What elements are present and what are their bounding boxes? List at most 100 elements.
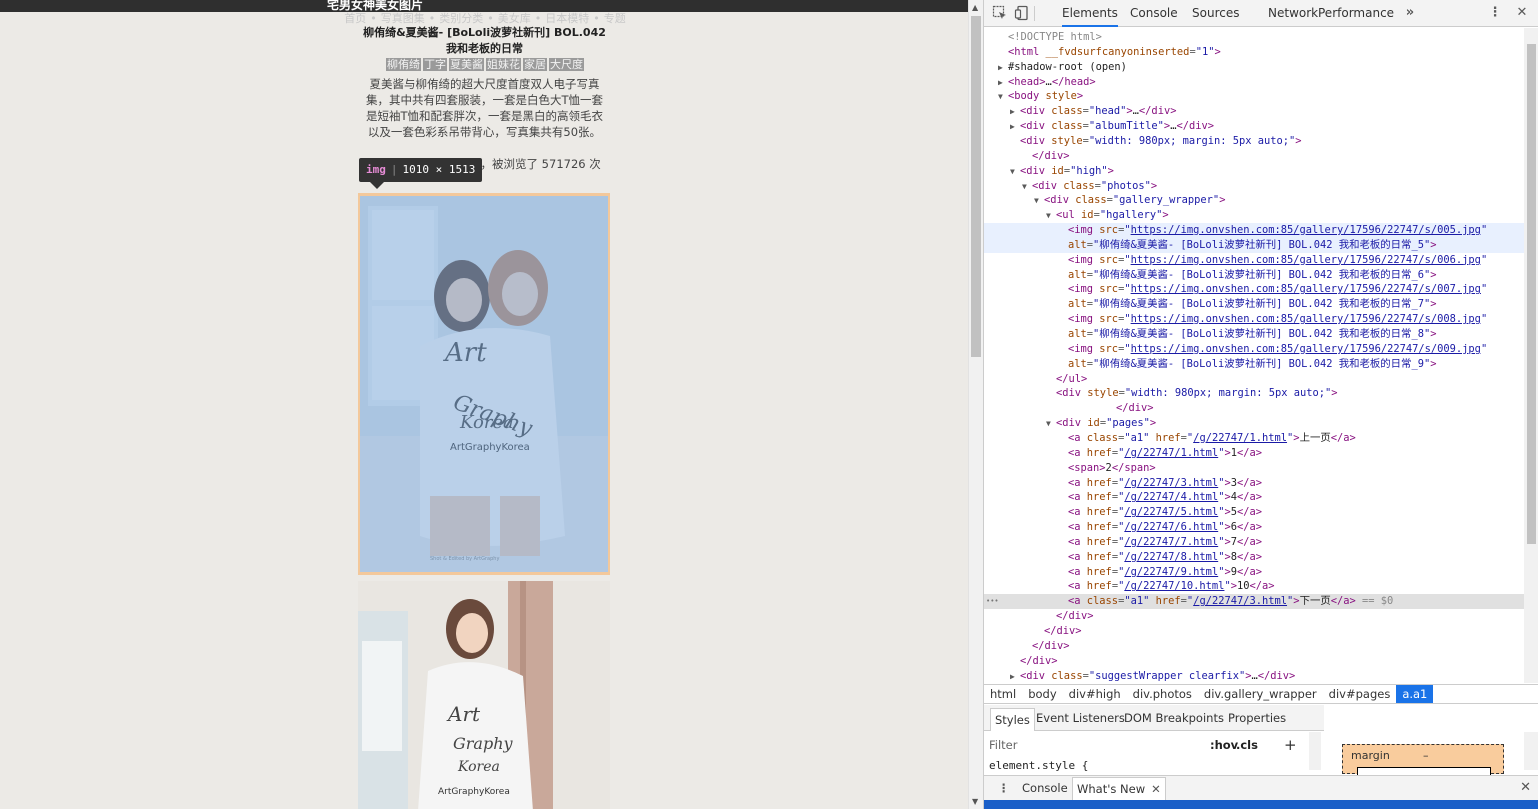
dom-node[interactable]: <a href="/g/22747/5.html">5</a> xyxy=(984,505,1524,520)
dom-node[interactable]: <div style="width: 980px; margin: 5px au… xyxy=(984,134,1524,149)
breadcrumb-item[interactable]: body xyxy=(1022,685,1062,703)
dom-node[interactable]: ▼ <div id="high"> xyxy=(984,164,1524,179)
tab-console[interactable]: Console xyxy=(1130,0,1178,27)
expand-triangle-icon[interactable]: ▶ xyxy=(1010,120,1020,135)
element-style-rule[interactable]: element.style { xyxy=(989,759,1088,772)
styles-tab-event-listeners[interactable]: Event Listeners xyxy=(1036,705,1125,731)
dom-node[interactable]: ▼ <body style> xyxy=(984,89,1524,104)
dom-tree-scrollbar[interactable] xyxy=(1524,28,1538,683)
kebab-menu-icon[interactable]: ⋮ xyxy=(1487,5,1503,21)
dom-node[interactable]: <html __fvdsurfcanyoninserted="1"> xyxy=(984,45,1524,60)
expand-triangle-icon[interactable]: ▶ xyxy=(998,61,1008,76)
album-tag[interactable]: 大尺度 xyxy=(549,58,584,71)
breadcrumb-item[interactable]: html xyxy=(984,685,1022,703)
dom-node[interactable]: alt="柳侑绮&夏美酱- [BoLoli波萝社新刊] BOL.042 我和老板… xyxy=(984,327,1524,342)
new-style-rule-button[interactable]: + xyxy=(1284,732,1297,758)
dom-node[interactable]: <img src="https://img.onvshen.com:85/gal… xyxy=(984,342,1524,357)
scroll-down-arrow-icon[interactable]: ▼ xyxy=(972,797,978,806)
styles-filter-input[interactable]: Filter xyxy=(989,732,1017,758)
dom-node[interactable]: </div> xyxy=(984,654,1524,669)
dom-node[interactable]: <a href="/g/22747/1.html">1</a> xyxy=(984,446,1524,461)
dom-node[interactable]: </div> xyxy=(984,609,1524,624)
dom-node[interactable]: <a href="/g/22747/4.html">4</a> xyxy=(984,490,1524,505)
dom-node[interactable]: ▶ <div class="suggestWrapper clearfix">…<… xyxy=(984,669,1524,683)
dom-node[interactable]: <img src="https://img.onvshen.com:85/gal… xyxy=(984,253,1524,268)
dom-node[interactable]: </ul> xyxy=(984,372,1524,387)
styles-tab-styles[interactable]: Styles xyxy=(990,708,1035,731)
close-devtools-icon[interactable]: ✕ xyxy=(1514,5,1530,21)
album-tag[interactable]: 家居 xyxy=(523,58,547,71)
dom-node[interactable]: <a class="a1" href="/g/22747/1.html">上一页… xyxy=(984,431,1524,446)
breadcrumb-item[interactable]: div#high xyxy=(1063,685,1127,703)
dom-node[interactable]: </div> xyxy=(984,624,1524,639)
nav-link[interactable]: 写真图集 xyxy=(381,12,425,25)
page-scrollbar[interactable]: ▲ ▼ xyxy=(968,0,983,809)
nav-link[interactable]: 类别分类 xyxy=(439,12,483,25)
dom-node[interactable]: <a href="/g/22747/8.html">8</a> xyxy=(984,550,1524,565)
tab-performance[interactable]: Performance xyxy=(1318,0,1394,27)
dom-node[interactable]: <a href="/g/22747/7.html">7</a> xyxy=(984,535,1524,550)
collapse-triangle-icon[interactable]: ▼ xyxy=(1022,180,1032,195)
album-tag[interactable]: 夏美酱 xyxy=(449,58,484,71)
dom-node[interactable]: <a href="/g/22747/3.html">3</a> xyxy=(984,476,1524,491)
dom-node[interactable]: <a href="/g/22747/10.html">10</a> xyxy=(984,579,1524,594)
dom-node[interactable]: ▼ <div id="pages"> xyxy=(984,416,1524,431)
breadcrumb-item[interactable]: div.gallery_wrapper xyxy=(1198,685,1323,703)
class-toggle[interactable]: .cls xyxy=(1236,732,1258,758)
expand-triangle-icon[interactable]: ▶ xyxy=(998,76,1008,91)
dom-node[interactable]: ▶ <head>…</head> xyxy=(984,75,1524,90)
close-drawer-icon[interactable]: ✕ xyxy=(1520,776,1531,800)
nav-link[interactable]: 日本模特 xyxy=(545,12,589,25)
more-tabs-icon[interactable]: » xyxy=(1402,5,1418,21)
tab-sources[interactable]: Sources xyxy=(1192,0,1239,27)
dom-node[interactable]: <div style="width: 980px; margin: 5px au… xyxy=(984,386,1524,401)
box-model-margin[interactable]: margin – xyxy=(1342,744,1504,777)
dom-node[interactable]: <img src="https://img.onvshen.com:85/gal… xyxy=(984,282,1524,297)
collapse-triangle-icon[interactable]: ▼ xyxy=(1046,417,1056,432)
dom-node[interactable]: </div> xyxy=(984,401,1524,416)
collapse-triangle-icon[interactable]: ▼ xyxy=(998,90,1008,105)
dom-node[interactable]: </div> xyxy=(984,639,1524,654)
gallery-photo[interactable]: Art Graphy Korea ArtGraphyKorea xyxy=(358,581,610,809)
breadcrumb-item[interactable]: div.photos xyxy=(1127,685,1198,703)
breadcrumb-item[interactable]: div#pages xyxy=(1323,685,1397,703)
collapse-triangle-icon[interactable]: ▼ xyxy=(1046,209,1056,224)
dom-node[interactable]: <a href="/g/22747/9.html">9</a> xyxy=(984,565,1524,580)
dom-node[interactable]: ▶ #shadow-root (open) xyxy=(984,60,1524,75)
nav-link[interactable]: 专题 xyxy=(604,12,626,25)
drawer-tab-console[interactable]: Console xyxy=(1022,776,1068,800)
dom-node[interactable]: <img src="https://img.onvshen.com:85/gal… xyxy=(984,312,1524,327)
dom-node-selected[interactable]: ••• <a class="a1" href="/g/22747/3.html">… xyxy=(984,594,1524,610)
nav-link[interactable]: 首页 xyxy=(344,12,366,25)
dom-node[interactable]: <a href="/g/22747/6.html">6</a> xyxy=(984,520,1524,535)
elements-dom-tree[interactable]: <!DOCTYPE html> <html __fvdsurfcanyoninse… xyxy=(984,28,1524,683)
page-scrollbar-thumb[interactable] xyxy=(971,16,981,357)
album-tag[interactable]: 姐妹花 xyxy=(486,58,521,71)
device-toolbar-icon[interactable] xyxy=(1014,5,1030,21)
dom-node[interactable]: <img src="https://img.onvshen.com:85/gal… xyxy=(984,223,1524,239)
dom-node[interactable]: ▼ <div class="gallery_wrapper"> xyxy=(984,193,1524,208)
inspect-element-icon[interactable] xyxy=(992,5,1008,21)
drawer-menu-icon[interactable]: ⋮ xyxy=(998,776,1010,800)
dom-node[interactable]: </div> xyxy=(984,149,1524,164)
expand-triangle-icon[interactable]: ▶ xyxy=(1010,670,1020,683)
hover-state-toggle[interactable]: :hov xyxy=(1210,732,1238,758)
collapse-triangle-icon[interactable]: ▼ xyxy=(1034,194,1044,209)
drawer-tab-whats-new[interactable]: What's New ✕ xyxy=(1072,777,1166,800)
dom-node[interactable]: <!DOCTYPE html> xyxy=(984,30,1524,45)
collapse-triangle-icon[interactable]: ▼ xyxy=(1010,165,1020,180)
nav-link[interactable]: 美女库 xyxy=(498,12,531,25)
dom-node[interactable]: alt="柳侑绮&夏美酱- [BoLoli波萝社新刊] BOL.042 我和老板… xyxy=(984,357,1524,372)
breadcrumb-item[interactable]: a.a1 xyxy=(1396,685,1434,703)
dom-node[interactable]: alt="柳侑绮&夏美酱- [BoLoli波萝社新刊] BOL.042 我和老板… xyxy=(984,268,1524,283)
styles-tab-dom-breakpoints[interactable]: DOM Breakpoints xyxy=(1124,705,1224,731)
album-tag[interactable]: 丁字 xyxy=(423,58,447,71)
styles-tab-properties[interactable]: Properties xyxy=(1228,705,1286,731)
tab-network[interactable]: Network xyxy=(1268,0,1318,27)
node-actions-ellipsis-icon[interactable]: ••• xyxy=(986,594,999,609)
dom-tree-scrollbar-thumb[interactable] xyxy=(1527,44,1536,544)
box-model-scrollbar[interactable] xyxy=(1524,732,1538,770)
dom-node[interactable]: ▼ <div class="photos"> xyxy=(984,179,1524,194)
box-model-margin-value[interactable]: – xyxy=(1423,749,1429,762)
album-tag[interactable]: 柳侑绮 xyxy=(386,58,421,71)
